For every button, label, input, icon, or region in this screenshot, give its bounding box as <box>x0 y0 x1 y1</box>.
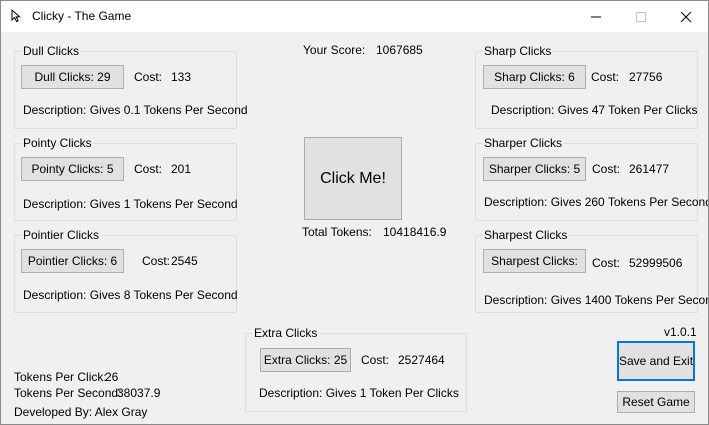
pointy-clicks-group-label: Pointy Clicks <box>21 136 94 151</box>
extra-cost-value: 2527464 <box>398 353 445 367</box>
sharpest-clicks-button[interactable]: Sharpest Clicks: <box>483 249 586 273</box>
save-and-exit-button[interactable]: Save and Exit <box>617 341 695 381</box>
tokens-per-click-value: 26 <box>105 370 119 384</box>
sharpest-clicks-group: Sharpest Clicks Sharpest Clicks: Cost: 5… <box>475 228 708 313</box>
sharper-description: Description: Gives 260 Tokens Per Second <box>484 195 709 209</box>
developer-credit: Developed By: Alex Gray <box>14 405 148 419</box>
dull-cost-label: Cost: <box>134 70 163 84</box>
sharper-clicks-group: Sharper Clicks Sharper Clicks: 5 Cost: 2… <box>475 136 708 221</box>
score-label: Your Score: <box>303 43 366 57</box>
minimize-button[interactable] <box>573 1 618 32</box>
dull-cost-value: 133 <box>171 70 192 84</box>
title-bar[interactable]: Clicky - The Game <box>1 1 708 32</box>
extra-clicks-button[interactable]: Extra Clicks: 25 <box>260 348 351 372</box>
pointier-cost-value: 2545 <box>171 254 198 268</box>
pointy-cost-label: Cost: <box>134 162 163 176</box>
sharper-clicks-group-label: Sharper Clicks <box>482 136 565 151</box>
total-tokens-value: 10418416.9 <box>383 225 447 239</box>
sharp-clicks-group-label: Sharp Clicks <box>482 44 554 59</box>
app-window: Clicky - The Game Dull Clicks Dull Click… <box>0 0 709 425</box>
extra-clicks-group-label: Extra Clicks <box>252 326 320 341</box>
total-tokens-label: Total Tokens: <box>302 225 372 239</box>
reset-game-button[interactable]: Reset Game <box>617 391 695 413</box>
sharp-clicks-group: Sharp Clicks Sharp Clicks: 6 Cost: 27756… <box>475 44 698 129</box>
extra-description: Description: Gives 1 Token Per Clicks <box>259 386 459 400</box>
tokens-per-click-label: Tokens Per Click: <box>14 370 107 384</box>
sharper-cost-label: Cost: <box>592 162 621 176</box>
sharpest-description: Description: Gives 1400 Tokens Per Secon… <box>484 293 709 307</box>
dull-clicks-group-label: Dull Clicks <box>21 44 82 59</box>
sharpest-cost-label: Cost: <box>592 256 621 270</box>
pointier-clicks-button[interactable]: Pointier Clicks: 6 <box>21 249 124 273</box>
pointy-description: Description: Gives 1 Tokens Per Second <box>23 197 238 211</box>
cursor-icon <box>10 8 24 23</box>
dull-clicks-group: Dull Clicks Dull Clicks: 29 Cost: 133 De… <box>14 44 248 129</box>
tokens-per-second-value: 38037.9 <box>117 386 161 400</box>
sharp-cost-value: 27756 <box>629 70 663 84</box>
sharper-cost-value: 261477 <box>629 162 670 176</box>
click-me-button[interactable]: Click Me! <box>304 137 402 220</box>
sharpest-clicks-group-label: Sharpest Clicks <box>482 228 570 243</box>
maximize-icon <box>635 11 646 22</box>
sharper-clicks-button[interactable]: Sharper Clicks: 5 <box>483 157 586 181</box>
sharp-clicks-button[interactable]: Sharp Clicks: 6 <box>483 65 586 89</box>
dull-description: Description: Gives 0.1 Tokens Per Second <box>23 103 248 117</box>
version-label: v1.0.1 <box>664 325 697 339</box>
tokens-per-second-label: Tokens Per Second: <box>14 386 122 400</box>
main-panel: Dull Clicks Dull Clicks: 29 Cost: 133 De… <box>1 32 708 424</box>
extra-cost-label: Cost: <box>361 353 390 367</box>
maximize-button[interactable] <box>618 1 663 32</box>
close-icon <box>680 11 691 22</box>
pointy-clicks-group: Pointy Clicks Pointy Clicks: 5 Cost: 201… <box>14 136 238 221</box>
sharp-description: Description: Gives 47 Token Per Clicks <box>491 103 698 117</box>
pointy-clicks-button[interactable]: Pointy Clicks: 5 <box>21 157 124 181</box>
dull-clicks-button[interactable]: Dull Clicks: 29 <box>21 65 124 89</box>
close-button[interactable] <box>663 1 708 32</box>
pointier-clicks-group: Pointier Clicks Pointier Clicks: 6 Cost:… <box>14 228 238 313</box>
extra-clicks-group: Extra Clicks Extra Clicks: 25 Cost: 2527… <box>245 326 467 412</box>
pointier-description: Description: Gives 8 Tokens Per Second <box>23 288 238 302</box>
window-title: Clicky - The Game <box>32 9 132 23</box>
pointy-cost-value: 201 <box>171 162 192 176</box>
sharp-cost-label: Cost: <box>591 70 620 84</box>
pointier-cost-label: Cost: <box>142 254 171 268</box>
score-value: 1067685 <box>376 43 423 57</box>
minimize-icon <box>590 16 601 17</box>
sharpest-cost-value: 52999506 <box>629 256 683 270</box>
pointier-clicks-group-label: Pointier Clicks <box>21 228 102 243</box>
